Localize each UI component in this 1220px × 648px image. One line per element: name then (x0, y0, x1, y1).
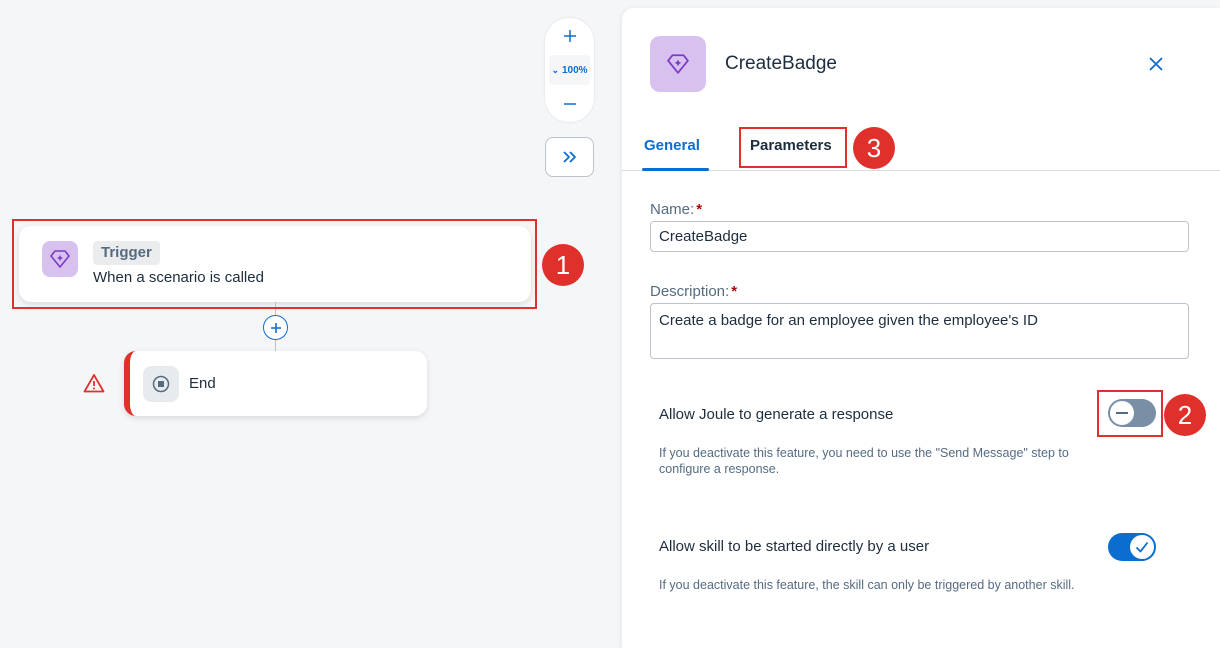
flow-canvas: ⌄ 100% Trigger When a scenario is called… (0, 0, 620, 648)
description-label: Description: * (650, 283, 738, 300)
close-icon (1149, 57, 1163, 71)
description-field[interactable]: Create a badge for an employee given the… (650, 303, 1189, 359)
close-button[interactable] (1144, 52, 1168, 76)
required-marker: * (731, 283, 738, 300)
end-node-label: End (189, 375, 216, 392)
step-badge-3: 3 (853, 127, 895, 169)
warning-triangle-icon (83, 374, 105, 393)
checkmark-icon (1130, 535, 1154, 559)
properties-panel: CreateBadge General Parameters Name:* De… (622, 8, 1220, 648)
joule-response-setting-label: Allow Joule to generate a response (659, 406, 894, 423)
plus-icon (563, 30, 576, 42)
zoom-in-button[interactable] (545, 20, 594, 52)
zoom-out-button[interactable] (545, 88, 594, 120)
highlight-box-toggle (1097, 390, 1163, 437)
step-badge-2: 2 (1164, 394, 1206, 436)
user-start-setting-label: Allow skill to be started directly by a … (659, 538, 930, 555)
name-field[interactable] (650, 221, 1189, 252)
expand-panel-button[interactable] (545, 137, 594, 177)
tab-bar: General Parameters (622, 126, 1220, 171)
stop-circle-icon (143, 366, 179, 402)
highlight-box-trigger (12, 219, 537, 309)
tab-general[interactable]: General (644, 137, 700, 154)
double-chevron-right-icon (562, 151, 576, 163)
joule-response-setting-hint: If you deactivate this feature, you need… (659, 446, 1069, 476)
step-badge-1: 1 (542, 244, 584, 286)
user-start-toggle[interactable] (1108, 533, 1156, 561)
name-label: Name: * (650, 201, 703, 218)
zoom-level-dropdown[interactable]: ⌄ 100% (549, 55, 590, 85)
zoom-control: ⌄ 100% (545, 18, 594, 122)
add-step-button[interactable] (263, 315, 288, 340)
panel-title: CreateBadge (725, 53, 837, 74)
zoom-level-value: 100% (561, 64, 588, 76)
diamond-sparkle-icon (650, 36, 706, 92)
highlight-box-parameters (739, 127, 847, 168)
required-marker: * (696, 201, 703, 218)
user-start-setting-hint: If you deactivate this feature, the skil… (659, 578, 1075, 592)
end-node[interactable]: End (124, 351, 427, 416)
active-tab-indicator (642, 168, 709, 171)
chevron-down-icon: ⌄ (551, 64, 559, 75)
plus-circle-icon (270, 322, 281, 333)
minus-icon (563, 103, 576, 105)
